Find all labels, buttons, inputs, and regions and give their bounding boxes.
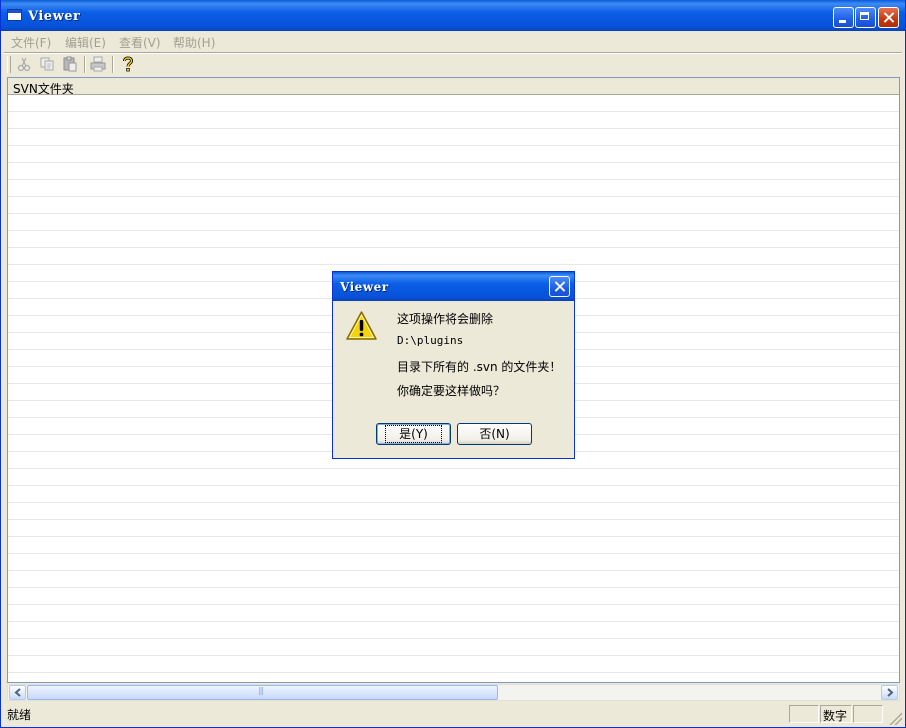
status-text: 就绪: [7, 708, 32, 722]
dialog-title: Viewer: [340, 280, 389, 294]
copy-icon[interactable]: [39, 56, 55, 72]
confirm-dialog: Viewer 这项操作将会删除 D:\plugins 目录下所有的 .svn 的…: [332, 271, 575, 459]
toolbar-grip[interactable]: [7, 56, 11, 73]
toolbar: [1, 53, 905, 75]
maximize-button[interactable]: [855, 7, 876, 28]
warning-icon: [345, 310, 378, 343]
status-bar: 就绪 数字: [1, 703, 905, 727]
yes-button-label: 是(Y): [385, 424, 442, 443]
dialog-message-line1: 这项操作将会删除: [397, 312, 494, 326]
toolbar-separator: [84, 56, 86, 73]
yes-button[interactable]: 是(Y): [376, 423, 451, 445]
scroll-thumb[interactable]: [27, 685, 498, 700]
help-icon[interactable]: [120, 56, 136, 72]
dialog-message-line3: 目录下所有的 .svn 的文件夹！: [397, 360, 562, 374]
menu-bar: 文件(F) 编辑(E) 查看(V) 帮助(H): [1, 31, 905, 52]
menu-help[interactable]: 帮助(H): [173, 34, 215, 51]
close-button[interactable]: [878, 7, 899, 28]
no-button[interactable]: 否(N): [457, 423, 532, 445]
horizontal-scrollbar[interactable]: [7, 684, 900, 701]
cut-icon[interactable]: [16, 56, 32, 72]
resize-grip[interactable]: [888, 711, 902, 725]
scroll-right-button[interactable]: [881, 685, 898, 700]
list-column-header[interactable]: SVN文件夹: [8, 78, 899, 96]
title-bar[interactable]: Viewer: [1, 0, 905, 31]
dialog-message-path: D:\plugins: [397, 334, 464, 347]
scroll-left-button[interactable]: [9, 685, 26, 700]
menu-edit[interactable]: 编辑(E): [65, 34, 106, 51]
print-icon[interactable]: [90, 56, 106, 72]
window-title: Viewer: [28, 9, 81, 24]
status-panel-numlock: 数字: [820, 705, 852, 723]
dialog-message-question: 你确定要这样做吗？: [397, 384, 506, 398]
dialog-title-bar[interactable]: Viewer: [333, 272, 574, 301]
app-window-icon[interactable]: [7, 9, 22, 21]
paste-icon[interactable]: [62, 56, 78, 72]
numlock-indicator: 数字: [823, 709, 848, 723]
chevron-right-icon: [887, 688, 894, 697]
chevron-left-icon: [14, 688, 21, 697]
menu-file[interactable]: 文件(F): [11, 34, 51, 51]
dialog-close-button[interactable]: [549, 276, 570, 297]
status-panel-scroll: [853, 705, 883, 723]
toolbar-separator: [112, 56, 114, 73]
status-panel-caps: [789, 705, 819, 723]
menu-view[interactable]: 查看(V): [119, 34, 161, 51]
minimize-button[interactable]: [833, 7, 854, 28]
